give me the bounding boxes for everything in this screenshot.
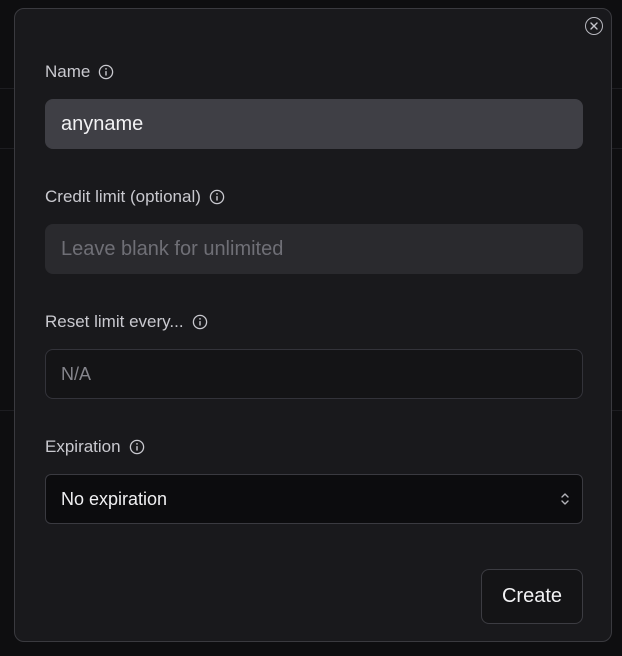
credit-limit-label: Credit limit (optional): [45, 187, 201, 206]
close-icon: [590, 22, 598, 30]
info-icon[interactable]: [209, 189, 225, 205]
credit-limit-label-row: Credit limit (optional): [45, 187, 225, 207]
expiration-label: Expiration: [45, 437, 121, 456]
create-key-dialog: Name Credit limit (optional) Reset limit…: [14, 8, 612, 642]
chevron-up-down-icon: [561, 493, 569, 505]
expiration-select[interactable]: No expiration: [45, 474, 583, 524]
close-button[interactable]: [585, 17, 603, 35]
credit-limit-input[interactable]: [45, 224, 583, 274]
info-icon[interactable]: [129, 439, 145, 455]
expiration-selected-value: No expiration: [61, 488, 168, 509]
reset-limit-label-row: Reset limit every...: [45, 312, 208, 332]
info-icon[interactable]: [192, 314, 208, 330]
create-button[interactable]: Create: [481, 569, 583, 624]
reset-limit-label: Reset limit every...: [45, 312, 184, 331]
name-label: Name: [45, 62, 91, 81]
reset-limit-input[interactable]: [45, 349, 583, 399]
name-label-row: Name: [45, 62, 114, 82]
info-icon[interactable]: [98, 64, 114, 80]
expiration-label-row: Expiration: [45, 437, 145, 457]
name-input[interactable]: [45, 99, 583, 149]
